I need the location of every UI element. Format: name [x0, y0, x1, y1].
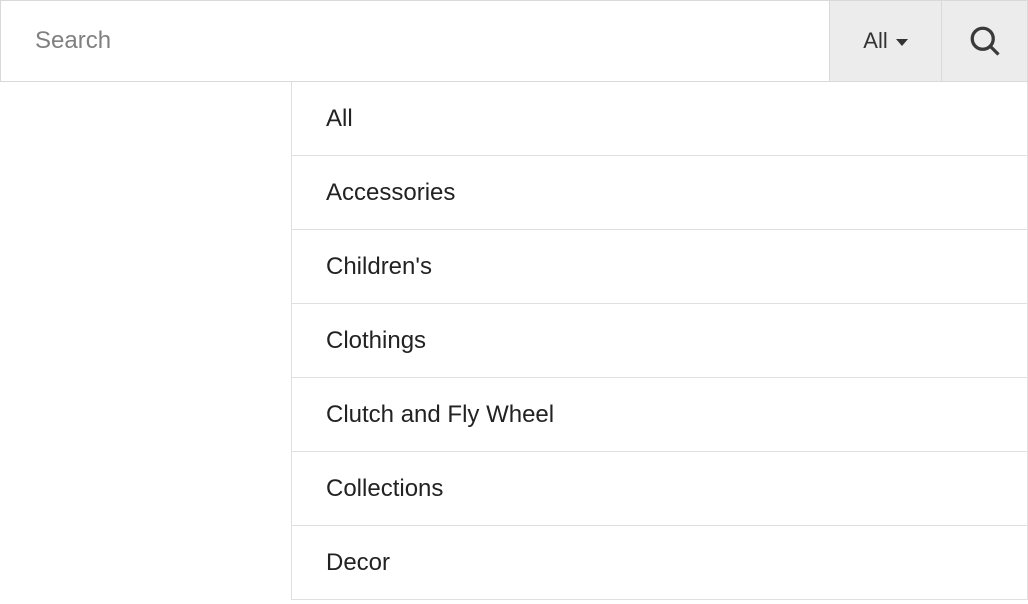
dropdown-item-label: Clothings — [326, 327, 426, 355]
category-dropdown-button[interactable]: All — [829, 1, 941, 81]
dropdown-item-label: Collections — [326, 475, 443, 503]
category-selected-label: All — [863, 28, 887, 54]
dropdown-item-childrens[interactable]: Children's — [292, 230, 1027, 304]
dropdown-item-label: All — [326, 105, 353, 133]
dropdown-item-label: Children's — [326, 253, 432, 281]
search-input[interactable] — [1, 1, 829, 81]
dropdown-item-accessories[interactable]: Accessories — [292, 156, 1027, 230]
dropdown-item-all[interactable]: All — [292, 82, 1027, 156]
search-bar: All — [0, 0, 1028, 82]
dropdown-item-decor[interactable]: Decor — [292, 526, 1027, 600]
search-icon — [967, 23, 1003, 59]
search-button[interactable] — [941, 1, 1027, 81]
dropdown-item-clutch-fly-wheel[interactable]: Clutch and Fly Wheel — [292, 378, 1027, 452]
dropdown-item-label: Decor — [326, 549, 390, 577]
caret-down-icon — [896, 39, 908, 46]
dropdown-item-clothings[interactable]: Clothings — [292, 304, 1027, 378]
category-dropdown-list: All Accessories Children's Clothings Clu… — [291, 82, 1028, 600]
dropdown-item-label: Accessories — [326, 179, 455, 207]
dropdown-item-label: Clutch and Fly Wheel — [326, 401, 554, 429]
dropdown-item-collections[interactable]: Collections — [292, 452, 1027, 526]
